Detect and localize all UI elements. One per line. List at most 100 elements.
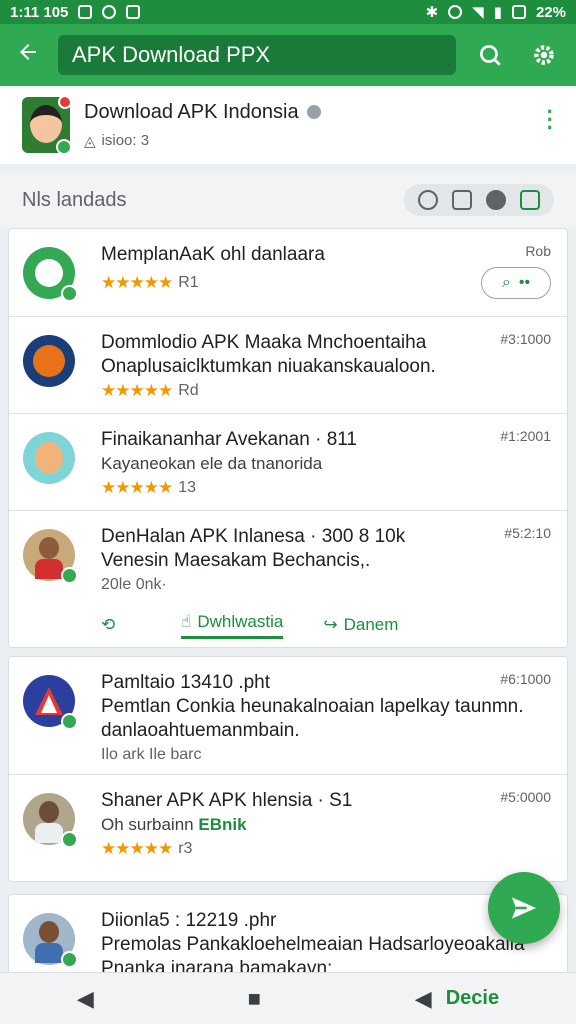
verified-icon <box>61 567 78 584</box>
rating-stars: ★★★★★ <box>101 381 173 400</box>
search-pill-button[interactable]: ⌕ •• <box>481 267 551 299</box>
battery-icon <box>511 5 526 19</box>
flag-icon[interactable] <box>520 190 540 210</box>
verified-icon <box>56 139 70 153</box>
filter-bar <box>404 184 554 216</box>
list-item[interactable]: Dommlodio APK Maaka Mnchoentaiha Onaplus… <box>9 317 567 414</box>
more-vert-icon[interactable]: · · · <box>547 101 554 139</box>
list-item[interactable]: Finaikananhar Avekanan · 811 Kayaneokan … <box>9 414 567 511</box>
verified-icon <box>61 285 78 302</box>
circle-filter-icon[interactable] <box>486 190 506 210</box>
notification-icon <box>126 5 141 19</box>
search-input[interactable]: APK Download PPX <box>58 35 456 75</box>
list-item[interactable]: Pamltaio 13410 .pht Pemtlan Conkia heuna… <box>9 657 567 775</box>
item-right-label: #5:0000 <box>500 789 551 805</box>
app-name: Shaner APK APK hlensia · S1 <box>101 790 353 811</box>
list-item[interactable]: Diionla5 : 12219 .phr Premolas Pankakloe… <box>9 895 567 981</box>
more-nav-label[interactable]: Decie <box>446 987 499 1010</box>
download-button[interactable]: ☝ Dwhlwastia <box>181 611 284 639</box>
publisher-sub: isioo: 3 <box>101 132 150 149</box>
verified-icon <box>61 831 78 848</box>
info-icon <box>306 105 321 119</box>
rating-stars: ★★★★★ <box>101 839 173 858</box>
verified-icon <box>61 951 78 968</box>
lock-icon: ◬ <box>84 132 96 150</box>
bookmark-icon[interactable] <box>452 190 472 210</box>
rating-stars: ★★★★★ <box>101 478 173 497</box>
search-icon <box>479 44 501 66</box>
app-desc: Venesin Maesakam Bechancis,. <box>101 550 371 571</box>
app-icon <box>23 793 78 848</box>
item-right-label: Rob <box>525 243 551 259</box>
wifi-icon: ◥ <box>472 4 484 21</box>
app-name: Dommlodio APK Maaka Mnchoentaiha <box>101 332 427 353</box>
search-text: APK Download PPX <box>72 42 271 67</box>
bluetooth-icon: ✱ <box>425 4 439 21</box>
search-button[interactable] <box>470 35 510 75</box>
item-actions: ⟲ ☝ Dwhlwastia ↪ Danem <box>9 603 567 647</box>
app-bar: APK Download PPX <box>0 24 576 86</box>
rating-count: Ilo ark Ile barc <box>101 746 202 763</box>
forward-icon: ↪ <box>323 615 338 634</box>
publisher-avatar <box>22 97 70 153</box>
verified-icon <box>61 713 78 730</box>
signal-icon: ▮ <box>493 4 502 21</box>
search-icon: ⌕ <box>501 274 511 291</box>
status-time: 1:11 105 <box>10 3 69 21</box>
app-desc: Onaplusaiclktumkan niuakanskaualoon. <box>101 356 436 377</box>
app-list-card: Pamltaio 13410 .pht Pemtlan Conkia heuna… <box>8 656 568 882</box>
app-icon <box>23 913 78 968</box>
app-icon <box>23 529 78 584</box>
share-label: Danem <box>343 615 399 634</box>
app-icon <box>23 675 78 730</box>
settings-filter-icon[interactable] <box>418 190 438 210</box>
rating-count: R1 <box>178 274 199 291</box>
section-title: Nls landads <box>22 188 127 211</box>
app-name: DenHalan APK Inlanesa · 300 8 10k <box>101 526 406 547</box>
send-icon <box>512 897 536 919</box>
app-name: Diionla5 : 12219 .phr <box>101 910 277 931</box>
list-item[interactable]: DenHalan APK Inlanesa · 300 8 10k Venesi… <box>9 511 567 603</box>
rating-stars: ★★★★★ <box>101 273 173 292</box>
status-bar: 1:11 105 ✱ ◥ ▮ 22% <box>0 0 576 24</box>
badge-icon <box>58 97 70 109</box>
app-name: Pamltaio 13410 .pht <box>101 672 271 693</box>
rating-count: Rd <box>178 382 199 399</box>
item-right-label: #5:2:10 <box>504 525 551 541</box>
system-nav-bar: ◀ ■ ◀ Decie <box>0 972 576 1024</box>
back-nav-icon[interactable]: ◀ <box>77 986 94 1012</box>
item-right-label: #3:1000 <box>500 331 551 347</box>
app-name: MemplanAaK ohl danlaara <box>101 244 325 265</box>
list-item[interactable]: MemplanAaK ohl danlaara ★★★★★ R1 Rob ⌕ •• <box>9 229 567 317</box>
notification-icon <box>102 5 117 19</box>
rating-count: r3 <box>178 840 193 857</box>
app-icon <box>23 432 75 484</box>
app-icon <box>23 335 75 387</box>
rating-count: 13 <box>178 479 196 496</box>
publisher-name: Download APK Indonsia <box>84 100 299 123</box>
item-right-label: #6:1000 <box>500 671 551 687</box>
settings-button[interactable] <box>524 35 564 75</box>
app-desc: Kayaneokan ele da tnanorida <box>101 454 323 473</box>
battery-percent: 22% <box>535 3 566 21</box>
thumbs-up-icon: ☝ <box>181 611 192 631</box>
item-right-label: #1:2001 <box>500 428 551 444</box>
alarm-icon <box>448 5 463 19</box>
section-header: Nls landads <box>0 172 576 228</box>
home-nav-icon[interactable]: ■ <box>248 986 261 1012</box>
share-icon[interactable]: ⟲ <box>101 615 115 635</box>
notification-icon <box>78 5 93 19</box>
app-desc: Oh surbainn <box>101 815 194 834</box>
app-icon <box>23 247 78 302</box>
recents-nav-icon[interactable]: ◀ <box>415 986 432 1012</box>
list-item[interactable]: Shaner APK APK hlensia · S1 Oh surbainn … <box>9 775 567 879</box>
app-list-card: MemplanAaK ohl danlaara ★★★★★ R1 Rob ⌕ ••… <box>8 228 568 648</box>
app-name: Finaikananhar Avekanan · 811 <box>101 429 357 450</box>
publisher-header[interactable]: Download APK Indonsia ◬ isioo: 3 · · · <box>0 86 576 164</box>
send-fab-button[interactable] <box>488 872 560 944</box>
share-button[interactable]: ↪ Danem <box>323 615 398 635</box>
rating-count: 20le 0nk· <box>101 576 167 593</box>
back-arrow-icon[interactable] <box>12 39 44 71</box>
gear-icon <box>534 45 554 65</box>
app-desc: Pemtlan Conkia heunakalnoaian lapelkay t… <box>101 696 524 741</box>
